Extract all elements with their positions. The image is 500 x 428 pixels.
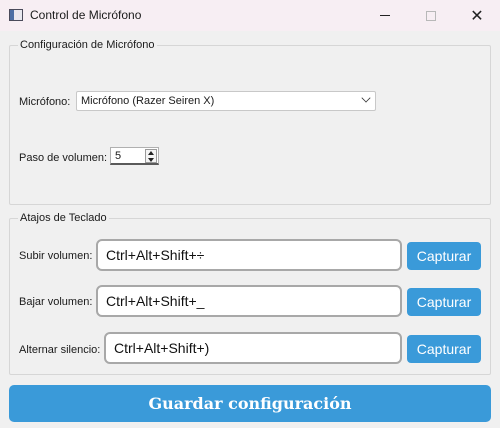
spin-down-icon[interactable] [148,158,154,162]
spin-buttons[interactable] [145,149,157,163]
minimize-button[interactable] [362,0,408,31]
maximize-button[interactable] [408,0,454,31]
toggle-mute-hotkey-value: Ctrl+Alt+Shift+) [114,340,210,356]
microphone-select-value: Micrófono (Razer Seiren X) [81,95,215,107]
capture-volume-down-label: Capturar [416,294,472,310]
capture-toggle-mute-button[interactable]: Capturar [407,335,481,363]
capture-volume-up-button[interactable]: Capturar [407,242,481,270]
volume-down-hotkey-field[interactable]: Ctrl+Alt+Shift+_ [96,285,402,317]
microphone-select[interactable]: Micrófono (Razer Seiren X) [76,91,376,111]
save-settings-button[interactable]: Guardar configuración [9,385,491,422]
capture-volume-down-button[interactable]: Capturar [407,288,481,316]
capture-toggle-mute-label: Capturar [416,341,472,357]
toggle-mute-label: Alternar silencio: [19,344,101,356]
volume-up-hotkey-field[interactable]: Ctrl+Alt+Shift+÷ [96,239,402,271]
save-settings-label: Guardar configuración [148,394,352,413]
volume-down-hotkey-value: Ctrl+Alt+Shift+_ [106,293,205,309]
app-window-icon [9,9,23,21]
volume-up-hotkey-value: Ctrl+Alt+Shift+÷ [106,247,205,263]
volume-down-label: Bajar volumen: [19,296,93,308]
title-bar: Control de Micrófono ✕ [0,0,500,31]
group-title-microphone: Configuración de Micrófono [18,39,157,51]
close-button[interactable]: ✕ [454,0,500,31]
volume-step-spinbox[interactable]: 5 [110,147,159,165]
chevron-down-icon [361,93,371,103]
spin-up-icon[interactable] [148,151,154,155]
group-title-shortcuts: Atajos de Teclado [18,212,109,224]
close-icon: ✕ [470,5,484,25]
capture-volume-up-label: Capturar [416,248,472,264]
volume-up-label: Subir volumen: [19,250,93,262]
volume-step-label: Paso de volumen: [19,152,108,164]
minimize-icon [380,15,390,16]
maximize-icon [426,10,436,21]
window-title: Control de Micrófono [30,8,142,22]
microphone-label: Micrófono: [19,96,71,108]
microphone-settings-group: Configuración de Micrófono [9,39,491,205]
toggle-mute-hotkey-field[interactable]: Ctrl+Alt+Shift+) [104,332,402,364]
volume-step-value: 5 [115,149,122,162]
